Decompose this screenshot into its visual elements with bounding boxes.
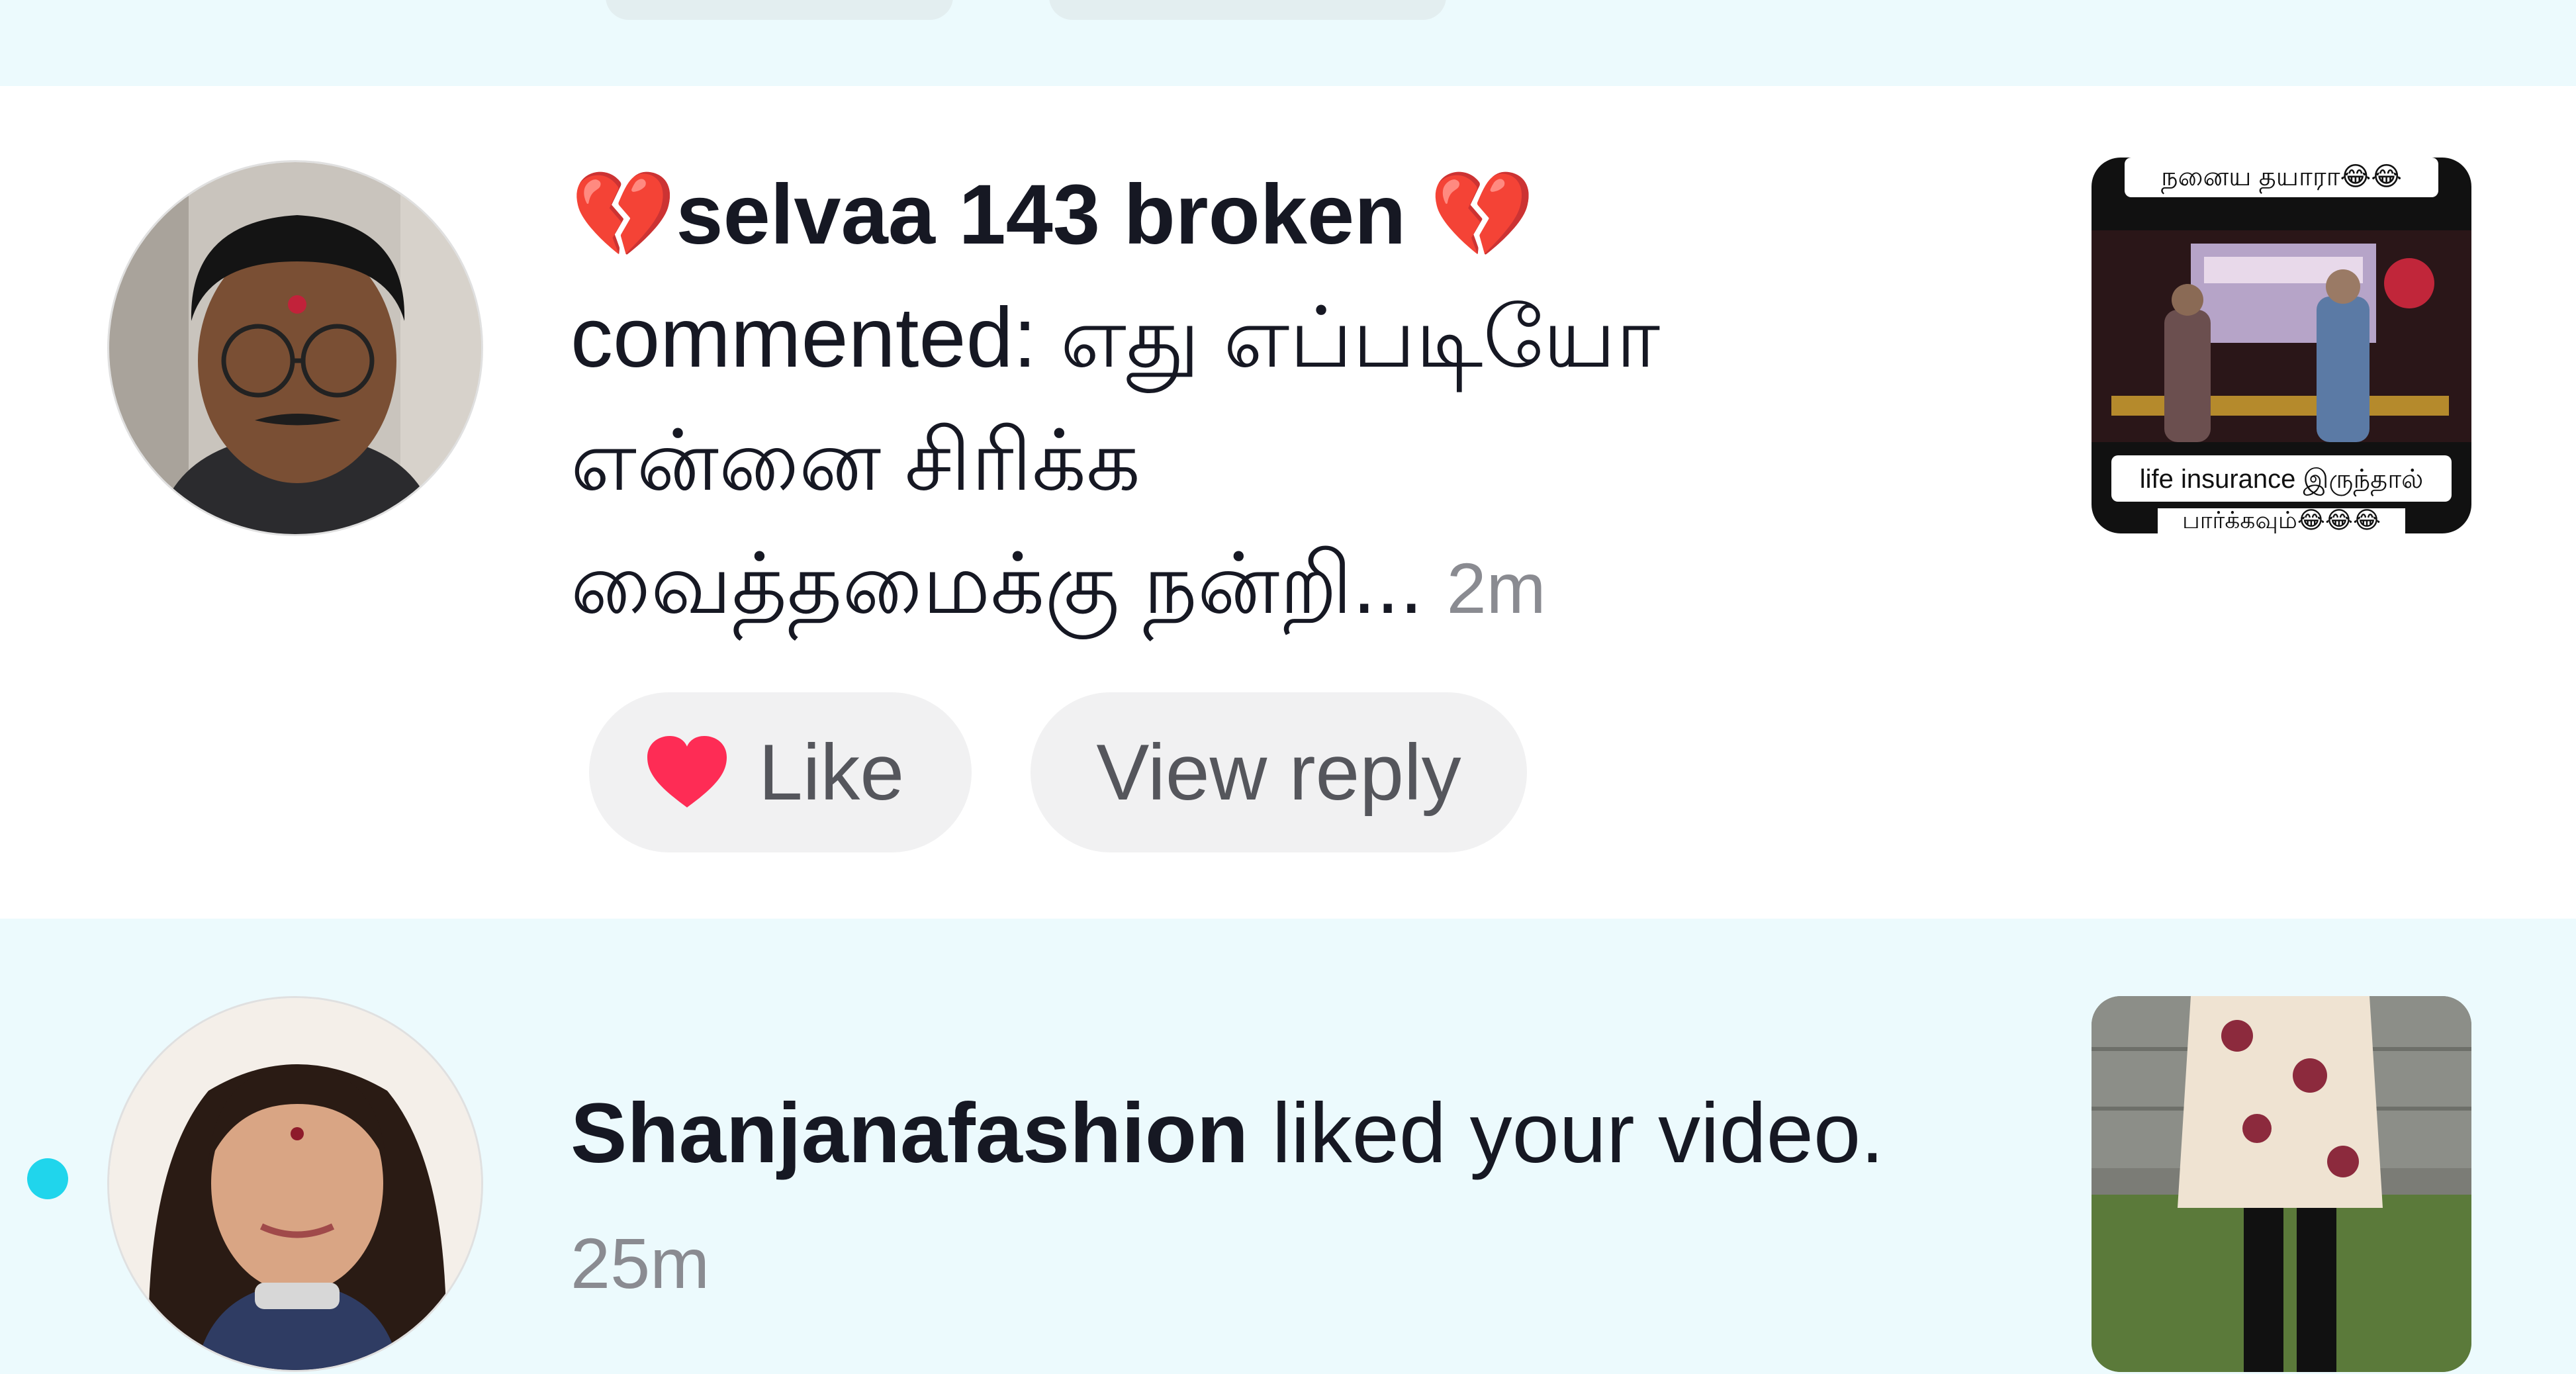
avatar[interactable]	[107, 160, 483, 536]
thumb-bottom-caption: life insurance இருந்தால்	[2139, 465, 2424, 494]
notification-like-row[interactable]: Shanjanafashion liked your video. 25m	[0, 919, 2576, 1374]
notification-action: commented:	[571, 291, 1037, 385]
comment-text-line2: என்னை சிரிக்க	[571, 414, 1140, 508]
view-reply-button[interactable]: View reply	[1031, 692, 1527, 852]
previous-view-reply-button[interactable]	[1049, 0, 1446, 20]
view-reply-label: View reply	[1096, 728, 1461, 817]
heart-icon	[645, 733, 729, 811]
timestamp: 25m	[571, 1223, 710, 1303]
avatar[interactable]	[107, 996, 483, 1372]
video-thumbnail[interactable]: நனைய தயாரா😂😂 life insurance இருந்தால் பா…	[2092, 158, 2471, 533]
notification-comment-row[interactable]: 💔selvaa 143 broken 💔 commented: எது எப்ப…	[0, 86, 2576, 919]
previous-notification-row	[0, 0, 2576, 86]
unread-indicator	[27, 1158, 68, 1199]
like-button[interactable]: Like	[589, 692, 972, 852]
like-label: Like	[759, 728, 905, 817]
previous-like-button[interactable]	[606, 0, 953, 20]
notification-action: liked your video.	[1271, 1086, 1884, 1181]
timestamp: 2m	[1446, 548, 1546, 628]
username[interactable]: Shanjanafashion	[571, 1086, 1248, 1181]
thumb-top-caption: நனைய தயாரா😂😂	[2160, 162, 2402, 191]
comment-text-line3: வைத்தமைக்கு நன்றி...	[571, 537, 1423, 631]
video-thumbnail[interactable]	[2092, 996, 2471, 1372]
notification-text: 💔selvaa 143 broken 💔 commented: எது எப்ப…	[571, 154, 2093, 650]
notification-text: Shanjanafashion liked your video. 25m	[571, 1072, 2093, 1325]
username[interactable]: 💔selvaa 143 broken 💔	[571, 167, 1535, 262]
thumb-bottom-caption2: பார்க்கவும்😂😂😂	[2182, 506, 2381, 533]
comment-text-line1: எது எப்படியோ	[1060, 291, 1661, 385]
